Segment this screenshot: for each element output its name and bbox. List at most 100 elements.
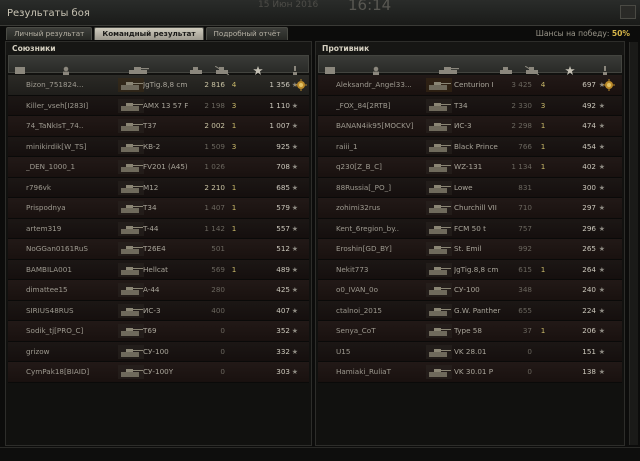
damage-value: 2 210 [204, 182, 225, 192]
player-row[interactable]: _FOX_84[2RTB] T34 2 330 3 492 ★ [318, 95, 622, 116]
frags-value: 1 [231, 223, 237, 233]
player-row[interactable]: zohimi32rus Churchill VII 710 297 ★ [318, 198, 622, 219]
tank-icon [118, 160, 144, 174]
tank-icon [426, 78, 452, 92]
tab-detailed-report[interactable]: Подробный отчёт [205, 27, 289, 40]
player-row[interactable]: SIRIUS48RUS ИС-3 400 407 ★ [8, 300, 309, 321]
player-name: Nekit773 [336, 264, 369, 274]
platoon-icon[interactable] [15, 60, 25, 74]
damage-value: 2 198 [204, 100, 225, 110]
tank-icon[interactable] [127, 60, 149, 74]
damage-value: 655 [518, 305, 532, 315]
tank-name: T34 [143, 203, 157, 212]
medal-column-icon[interactable] [602, 60, 608, 75]
xp-star-icon[interactable] [565, 60, 575, 75]
star-icon: ★ [291, 224, 298, 233]
player-row[interactable]: CymPak18[BIAID] СУ-100Y 0 303 ★ [8, 362, 309, 383]
player-row[interactable]: _DEN_1000_1 FV201 (A45) 1 026 708 ★ [8, 157, 309, 178]
tank-icon [426, 139, 452, 154]
player-row[interactable]: BAMBILA001 Hellcat 569 1 489 ★ [8, 259, 309, 280]
damage-value: 569 [211, 264, 225, 274]
xp-value: 303 [276, 367, 290, 376]
tank-name: T69 [143, 326, 157, 335]
player-row[interactable]: Prispodnya T34 1 407 1 579 ★ [8, 198, 309, 219]
player-row[interactable]: NoGGan0161RuS T26E4 501 512 ★ [8, 239, 309, 260]
star-icon: ★ [598, 224, 605, 233]
player-row[interactable]: Kent_6region_by.. FCM 50 t 757 296 ★ [318, 218, 622, 239]
star-icon: ★ [598, 204, 605, 212]
tank-icon[interactable] [437, 60, 459, 74]
frags-icon[interactable] [524, 60, 540, 76]
player-row[interactable]: Sodik_tj[PRO_C] T69 0 352 ★ [8, 321, 309, 342]
player-name: Hamiaki_RuliaT [336, 367, 391, 376]
tank-icon [118, 303, 144, 318]
tab-personal-result[interactable]: Личный результат [6, 27, 93, 40]
player-row[interactable]: r796vk M12 2 210 1 685 ★ [8, 177, 309, 198]
damage-value: 0 [220, 326, 225, 335]
star-icon: ★ [291, 327, 298, 335]
damage-icon[interactable] [499, 60, 513, 74]
scrollbar[interactable] [629, 42, 638, 445]
star-icon: ★ [598, 327, 605, 335]
player-row[interactable]: 74_TaNkIsT_74.. T37 2 002 1 1 007 ★ [8, 116, 309, 137]
medal-column-icon[interactable] [292, 60, 298, 75]
damage-icon[interactable] [189, 60, 203, 74]
player-row[interactable]: dimattee15 A-44 280 425 ★ [8, 280, 309, 301]
player-row[interactable]: Nekit773 JgTig.8,8 cm 615 1 264 ★ [318, 259, 622, 280]
tab-team-result[interactable]: Командный результат [94, 27, 204, 40]
win-chance: Шансы на победу: 50% [536, 29, 630, 38]
player-row[interactable]: artem319 T-44 1 142 1 557 ★ [8, 218, 309, 239]
tank-name: T26E4 [143, 244, 166, 253]
medal-icon[interactable] [295, 79, 307, 91]
damage-value: 3 425 [511, 80, 532, 89]
player-name: Aleksandr_Angel33... [336, 80, 412, 89]
player-row[interactable]: Eroshin[GD_BY] St. Emil 992 265 ★ [318, 239, 622, 260]
tank-icon [426, 221, 452, 236]
frags-value: 1 [231, 203, 237, 212]
damage-value: 1 134 [511, 162, 532, 171]
frags-value: 1 [540, 121, 546, 130]
xp-value: 151 [582, 346, 596, 356]
platoon-icon[interactable] [325, 60, 335, 74]
player-icon[interactable] [61, 60, 71, 75]
player-row[interactable]: Aleksandr_Angel33... Centurion I3 425 4 697… [318, 75, 622, 96]
player-row[interactable]: raiii_1 Black Prince 766 1 454 ★ [318, 136, 622, 157]
frags-value: 1 [540, 264, 546, 274]
medal-icon[interactable] [603, 79, 615, 91]
tank-icon [426, 303, 452, 318]
player-row[interactable]: Bizon_751824... JgTig.8,8 cm 2 816 4 1 356 ★ [8, 75, 309, 96]
tank-name: Hellcat [143, 264, 168, 274]
enemies-panel: Противник Aleksandr_Angel33... Centurion … [315, 41, 625, 446]
player-name: BAMBILA001 [26, 264, 72, 274]
player-row[interactable]: Killer_vseh[I283I] AMX 13 57 F 2 198 3 1 110… [8, 95, 309, 116]
xp-value: 297 [582, 203, 596, 212]
tank-icon [118, 344, 144, 359]
player-icon[interactable] [371, 60, 381, 75]
star-icon: ★ [291, 306, 298, 315]
star-icon: ★ [598, 347, 605, 356]
frags-icon[interactable] [214, 60, 230, 76]
player-row[interactable]: q230[Z_B_C] WZ-131 1 134 1 402 ★ [318, 157, 622, 178]
player-name: Senya_CoT [336, 326, 376, 335]
tank-name: FV201 (A45) [143, 162, 188, 171]
xp-value: 206 [582, 326, 596, 335]
player-row[interactable]: o0_IVAN_0o СУ-100 348 240 ★ [318, 280, 622, 301]
player-name: _FOX_84[2RTB] [336, 100, 391, 110]
player-row[interactable]: Hamiaki_RuliaT VK 30.01 P 0 138 ★ [318, 362, 622, 383]
xp-value: 402 [582, 162, 596, 171]
player-row[interactable]: BANAN4ik95[MOCKV] ИС-3 2 298 1 474 ★ [318, 116, 622, 137]
player-row[interactable]: grizow СУ-100 0 332 ★ [8, 341, 309, 362]
tank-icon [118, 262, 144, 277]
player-row[interactable]: 88Russia[_PO_] Lowe 831 300 ★ [318, 177, 622, 198]
player-row[interactable]: U15 VK 28.01 0 151 ★ [318, 341, 622, 362]
player-row[interactable]: minikirdik[W_TS] КВ-2 1 509 3 925 ★ [8, 136, 309, 157]
star-icon: ★ [598, 286, 605, 294]
close-button[interactable] [620, 5, 636, 19]
tank-name: T37 [143, 121, 157, 130]
player-row[interactable]: ctalnoi_2015 G.W. Panther 655 224 ★ [318, 300, 622, 321]
xp-star-icon[interactable] [253, 60, 263, 75]
xp-value: 1 007 [269, 121, 290, 130]
damage-value: 1 509 [204, 141, 225, 151]
player-row[interactable]: Senya_CoT Type 58 37 1 206 ★ [318, 321, 622, 342]
tank-icon [426, 242, 452, 256]
